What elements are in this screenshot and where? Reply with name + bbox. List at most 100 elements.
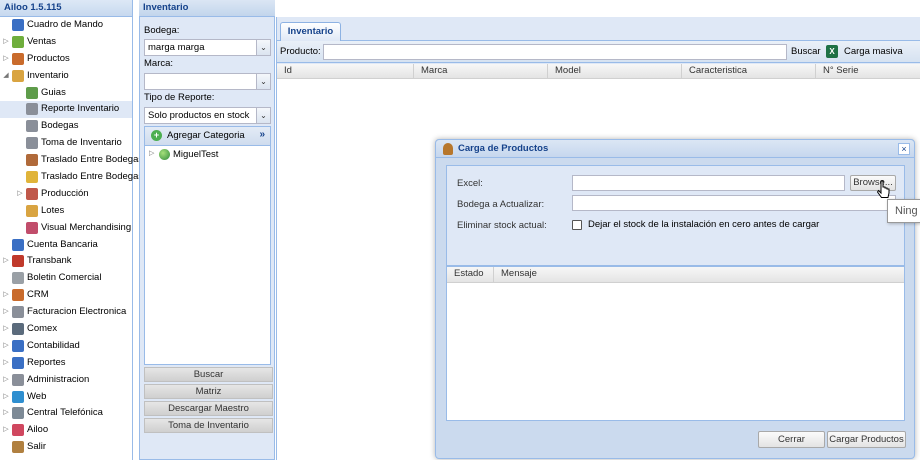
product-toolbar: Producto: Buscar X Carga masiva <box>277 41 920 63</box>
column-header-model[interactable]: Model <box>548 64 682 79</box>
nav-item[interactable]: ◢ Inventario <box>0 68 132 85</box>
nav-item-label: Boletin Comercial <box>27 272 102 284</box>
nav-item[interactable]: ▷ Ventas <box>0 34 132 51</box>
expand-arrow-icon[interactable]: ▷ <box>2 422 10 438</box>
expand-arrow-icon[interactable]: ▷ <box>2 51 10 67</box>
excel-icon[interactable]: X <box>826 45 838 58</box>
producto-input[interactable] <box>323 44 787 60</box>
column-header-id[interactable]: Id <box>277 64 414 79</box>
column-header-mensaje[interactable]: Mensaje <box>494 267 906 283</box>
bodega-label: Bodega: <box>144 25 180 36</box>
column-header-caracteristica[interactable]: Caracteristica <box>682 64 816 79</box>
nav-item[interactable]: Traslado Entre Bodegas <box>0 152 143 169</box>
matriz-button[interactable]: Matriz <box>144 384 273 399</box>
toma-inventario-button[interactable]: Toma de Inventario <box>144 418 273 433</box>
excel-file-input[interactable] <box>572 175 845 191</box>
nav-item[interactable]: ▷ Web <box>0 389 132 406</box>
cargar-productos-button[interactable]: Cargar Productos <box>827 431 906 448</box>
category-node[interactable]: ▷ MiguelTest <box>145 146 270 163</box>
chevron-down-icon[interactable]: ⌄ <box>256 108 270 123</box>
nav-item[interactable]: ▷ Transbank <box>0 253 132 270</box>
expand-arrow-icon[interactable]: ▷ <box>2 338 10 354</box>
nav-item[interactable]: Bodegas <box>0 118 132 135</box>
box-icon <box>12 52 24 65</box>
expand-arrow-icon[interactable]: ▷ <box>2 389 10 405</box>
left-navigation: Ailoo 1.5.115 Cuadro de Mando ▷ Ventas ▷ Pro… <box>0 0 143 460</box>
column-header-marca[interactable]: Marca <box>414 64 548 79</box>
exit-icon <box>12 441 24 454</box>
expand-arrow-icon[interactable]: ▷ <box>2 321 10 337</box>
marca-label: Marca: <box>144 58 174 69</box>
buscar-button[interactable]: Buscar <box>144 367 273 382</box>
ledger-icon <box>12 339 24 352</box>
nav-item[interactable]: ▷ Central Telefónica <box>0 405 132 422</box>
nav-item[interactable]: ▷ Contabilidad <box>0 338 132 355</box>
merch-icon <box>26 221 38 234</box>
nav-item-label: Ailoo <box>27 424 49 436</box>
phone-icon <box>12 407 24 420</box>
marca-select[interactable]: ⌄ <box>144 73 271 90</box>
nav-item[interactable]: ▷ Facturacion Electronica <box>0 304 132 321</box>
expand-arrow-icon[interactable]: ▷ <box>2 405 10 421</box>
carga-productos-dialog: Carga de Productos × Excel: Browse... Bo… <box>435 139 915 459</box>
cerrar-button[interactable]: Cerrar <box>758 431 825 448</box>
nav-item[interactable]: Cuenta Bancaria <box>0 237 132 254</box>
nav-item[interactable]: ▷ Producción <box>0 186 132 203</box>
expand-icon[interactable]: » <box>259 129 265 140</box>
column-header-n-serie[interactable]: N° Serie <box>816 64 920 79</box>
nav-item[interactable]: Lotes <box>0 203 132 220</box>
expand-arrow-icon[interactable]: ▷ <box>2 372 10 388</box>
comex-icon <box>12 323 24 336</box>
add-icon[interactable]: + <box>151 130 162 141</box>
expand-arrow-icon[interactable]: ▷ <box>149 149 154 157</box>
nav-item[interactable]: ▷ Administracion <box>0 372 132 389</box>
column-header-estado[interactable]: Estado <box>447 267 494 283</box>
nav-item[interactable]: Visual Merchandising <box>0 220 132 237</box>
toolbar-buscar-button[interactable]: Buscar <box>791 46 821 57</box>
expand-arrow-icon[interactable]: ◢ <box>2 68 10 84</box>
nav-item[interactable]: ▷ Ailoo <box>0 422 132 439</box>
expand-arrow-icon[interactable]: ▷ <box>16 186 24 202</box>
nav-item[interactable]: ▷ Reportes <box>0 355 132 372</box>
carga-masiva-button[interactable]: Carga masiva <box>844 46 903 57</box>
globe-icon <box>12 390 24 403</box>
nav-item[interactable]: ▷ Comex <box>0 321 132 338</box>
reports-icon <box>12 356 24 369</box>
nav-item[interactable]: Boletin Comercial <box>0 270 132 287</box>
eliminar-stock-checkbox-label[interactable]: Dejar el stock de la instalación en cero… <box>588 219 819 230</box>
nav-item-label: Traslado Entre Bodegas <box>41 171 144 183</box>
eliminar-stock-checkbox[interactable] <box>572 220 582 230</box>
guide-icon <box>26 86 38 99</box>
tab-inventario[interactable]: Inventario <box>280 22 341 41</box>
expand-arrow-icon[interactable]: ▷ <box>2 253 10 269</box>
chevron-down-icon[interactable]: ⌄ <box>256 40 270 55</box>
add-category-button[interactable]: Agregar Categoria <box>167 130 245 141</box>
bank-icon <box>12 238 24 251</box>
tipo-reporte-value: Solo productos en stock <box>148 110 250 121</box>
expand-arrow-icon[interactable]: ▷ <box>2 287 10 303</box>
message-grid: Estado Mensaje <box>446 266 905 421</box>
descargar-maestro-button[interactable]: Descargar Maestro <box>144 401 273 416</box>
nav-item-label: Central Telefónica <box>27 407 103 419</box>
nav-item[interactable]: Salir <box>0 439 132 456</box>
expand-arrow-icon[interactable]: ▷ <box>2 355 10 371</box>
expand-arrow-icon[interactable]: ▷ <box>2 34 10 50</box>
boxes-icon <box>12 69 24 82</box>
nav-item[interactable]: ▷ Productos <box>0 51 132 68</box>
nav-item[interactable]: Toma de Inventario <box>0 135 132 152</box>
gear-icon <box>12 373 24 386</box>
tipo-reporte-select[interactable]: Solo productos en stock ⌄ <box>144 107 271 124</box>
close-icon[interactable]: × <box>898 143 910 155</box>
chevron-down-icon[interactable]: ⌄ <box>256 74 270 89</box>
nav-item[interactable]: Reporte Inventario <box>0 101 132 119</box>
nav-item[interactable]: Guias <box>0 85 132 102</box>
nav-item-label: Producción <box>41 187 89 199</box>
bodega-select[interactable]: marga marga ⌄ <box>144 39 271 56</box>
expand-arrow-icon[interactable]: ▷ <box>2 304 10 320</box>
bodega-actualizar-input[interactable] <box>572 195 896 211</box>
nav-item[interactable]: Traslado Entre Bodegas <box>0 169 143 186</box>
nav-item[interactable]: Cuadro de Mando <box>0 17 132 34</box>
category-node-label: MiguelTest <box>173 149 219 160</box>
nav-item-label: Facturacion Electronica <box>27 306 127 318</box>
nav-item[interactable]: ▷ CRM <box>0 287 132 304</box>
